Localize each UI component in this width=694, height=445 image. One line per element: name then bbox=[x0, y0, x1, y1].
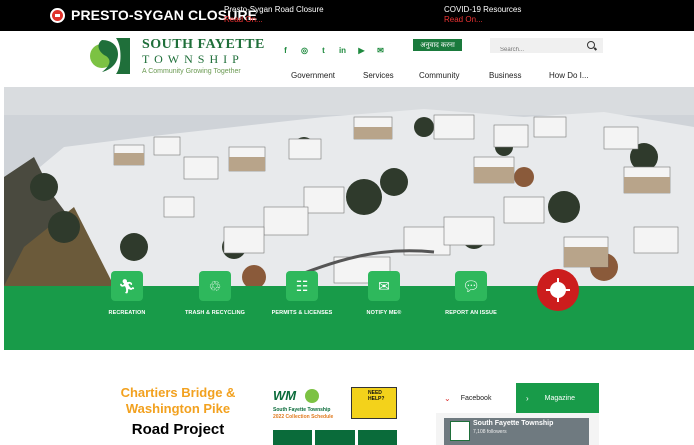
hero-image bbox=[4, 87, 694, 286]
leaf-logo-icon bbox=[305, 388, 320, 403]
mailbox-icon: ✉ bbox=[368, 271, 400, 301]
facebook-icon[interactable]: f bbox=[279, 44, 292, 57]
quick-link-label: NOTIFY ME® bbox=[366, 310, 402, 316]
quick-link-label: TRASH & RECYCLING bbox=[184, 310, 246, 316]
alert-bar: PRESTO-SYGAN CLOSURE Presto-Sygan Road C… bbox=[0, 0, 694, 31]
chevron-right-icon: › bbox=[526, 393, 529, 403]
need-help-text: NEED HELP? bbox=[368, 390, 385, 402]
instagram-icon[interactable]: ◎ bbox=[298, 44, 311, 57]
virus-shape bbox=[546, 278, 570, 302]
nav-how-do-i[interactable]: How Do I... bbox=[549, 71, 589, 80]
quick-link-notify-me[interactable]: ✉ NOTIFY ME® bbox=[334, 271, 434, 316]
facebook-followers: 7,108 followers bbox=[473, 429, 507, 435]
trash-icon: ♲ bbox=[199, 271, 231, 301]
logo-subtitle[interactable]: TOWNSHIP bbox=[142, 52, 244, 67]
alert-item-link[interactable]: Read On... bbox=[444, 15, 521, 25]
headline-line-1: Chartiers Bridge & bbox=[120, 385, 236, 400]
tab-facebook[interactable]: ⌄ Facebook bbox=[436, 383, 516, 413]
stop-icon bbox=[50, 7, 65, 23]
search-icon[interactable] bbox=[587, 41, 595, 49]
covid-virus-icon[interactable] bbox=[537, 269, 579, 311]
runner-icon: 🏃︎ bbox=[111, 271, 143, 301]
headline-line-3: Road Project bbox=[131, 421, 225, 438]
alert-item-road-closure[interactable]: Presto-Sygan Road Closure Read On... bbox=[224, 5, 324, 25]
alert-item-title[interactable]: COVID-19 Resources bbox=[444, 5, 521, 15]
alert-item-covid[interactable]: COVID-19 Resources Read On... bbox=[444, 5, 521, 25]
schedule-table bbox=[273, 430, 397, 445]
quick-link-trash[interactable]: ♲ TRASH & RECYCLING bbox=[165, 271, 265, 316]
document-icon: ☷ bbox=[286, 271, 318, 301]
nav-government[interactable]: Government bbox=[291, 71, 335, 80]
quick-link-recreation[interactable]: 🏃︎ RECREATION bbox=[77, 271, 177, 316]
headline-line-2: Washington Pike bbox=[125, 401, 231, 416]
alert-item-title[interactable]: Presto-Sygan Road Closure bbox=[224, 5, 324, 15]
alert-item-link[interactable]: Read On... bbox=[224, 15, 324, 25]
quick-link-report-issue[interactable]: 💬︎ REPORT AN ISSUE bbox=[421, 271, 521, 316]
facebook-page-cover[interactable]: South Fayette Township 7,108 followers bbox=[444, 418, 589, 445]
nav-services[interactable]: Services bbox=[363, 71, 394, 80]
linkedin-icon[interactable]: in bbox=[336, 44, 349, 57]
news-card-bridge-project[interactable]: Chartiers Bridge & Washington Pike Road … bbox=[102, 385, 254, 441]
chevron-down-icon: ⌄ bbox=[444, 393, 451, 403]
wm-logo: WM bbox=[273, 388, 297, 403]
social-widget: ⌄ Facebook › Magazine South Fayette Town… bbox=[436, 383, 599, 445]
logo-tagline: A Community Growing Together bbox=[142, 68, 241, 75]
site-header: SOUTH FAYETTE TOWNSHIP A Community Growi… bbox=[0, 31, 694, 87]
township-logo-icon[interactable] bbox=[88, 36, 132, 76]
tab-magazine-label: Magazine bbox=[544, 394, 576, 402]
nav-community[interactable]: Community bbox=[419, 71, 459, 80]
tab-facebook-label: Facebook bbox=[460, 394, 492, 402]
youtube-icon[interactable]: ▶ bbox=[355, 44, 368, 57]
logo-name[interactable]: SOUTH FAYETTE bbox=[142, 37, 265, 53]
quick-link-label: RECREATION bbox=[108, 310, 146, 316]
page-logo-icon bbox=[450, 421, 470, 441]
search-box bbox=[490, 38, 603, 58]
schedule-title: South Fayette Township bbox=[273, 407, 331, 413]
quick-link-label: REPORT AN ISSUE bbox=[445, 310, 497, 316]
facebook-page-name: South Fayette Township bbox=[473, 420, 554, 427]
chat-icon: 💬︎ bbox=[455, 271, 487, 301]
nav-business[interactable]: Business bbox=[489, 71, 521, 80]
tab-magazine[interactable]: › Magazine bbox=[516, 383, 599, 413]
translate-button[interactable]: अनुवाद करना bbox=[413, 39, 462, 51]
email-icon[interactable]: ✉ bbox=[374, 44, 387, 57]
schedule-subtitle: 2022 Collection Schedule bbox=[273, 414, 334, 420]
twitter-icon[interactable]: t bbox=[317, 44, 330, 57]
search-input[interactable] bbox=[490, 42, 590, 58]
news-card-collection-schedule[interactable]: WM NEED HELP? South Fayette Township 202… bbox=[271, 386, 399, 445]
need-help-badge: NEED HELP? bbox=[351, 387, 397, 419]
social-links: f ◎ t in ▶ ✉ bbox=[279, 44, 387, 57]
